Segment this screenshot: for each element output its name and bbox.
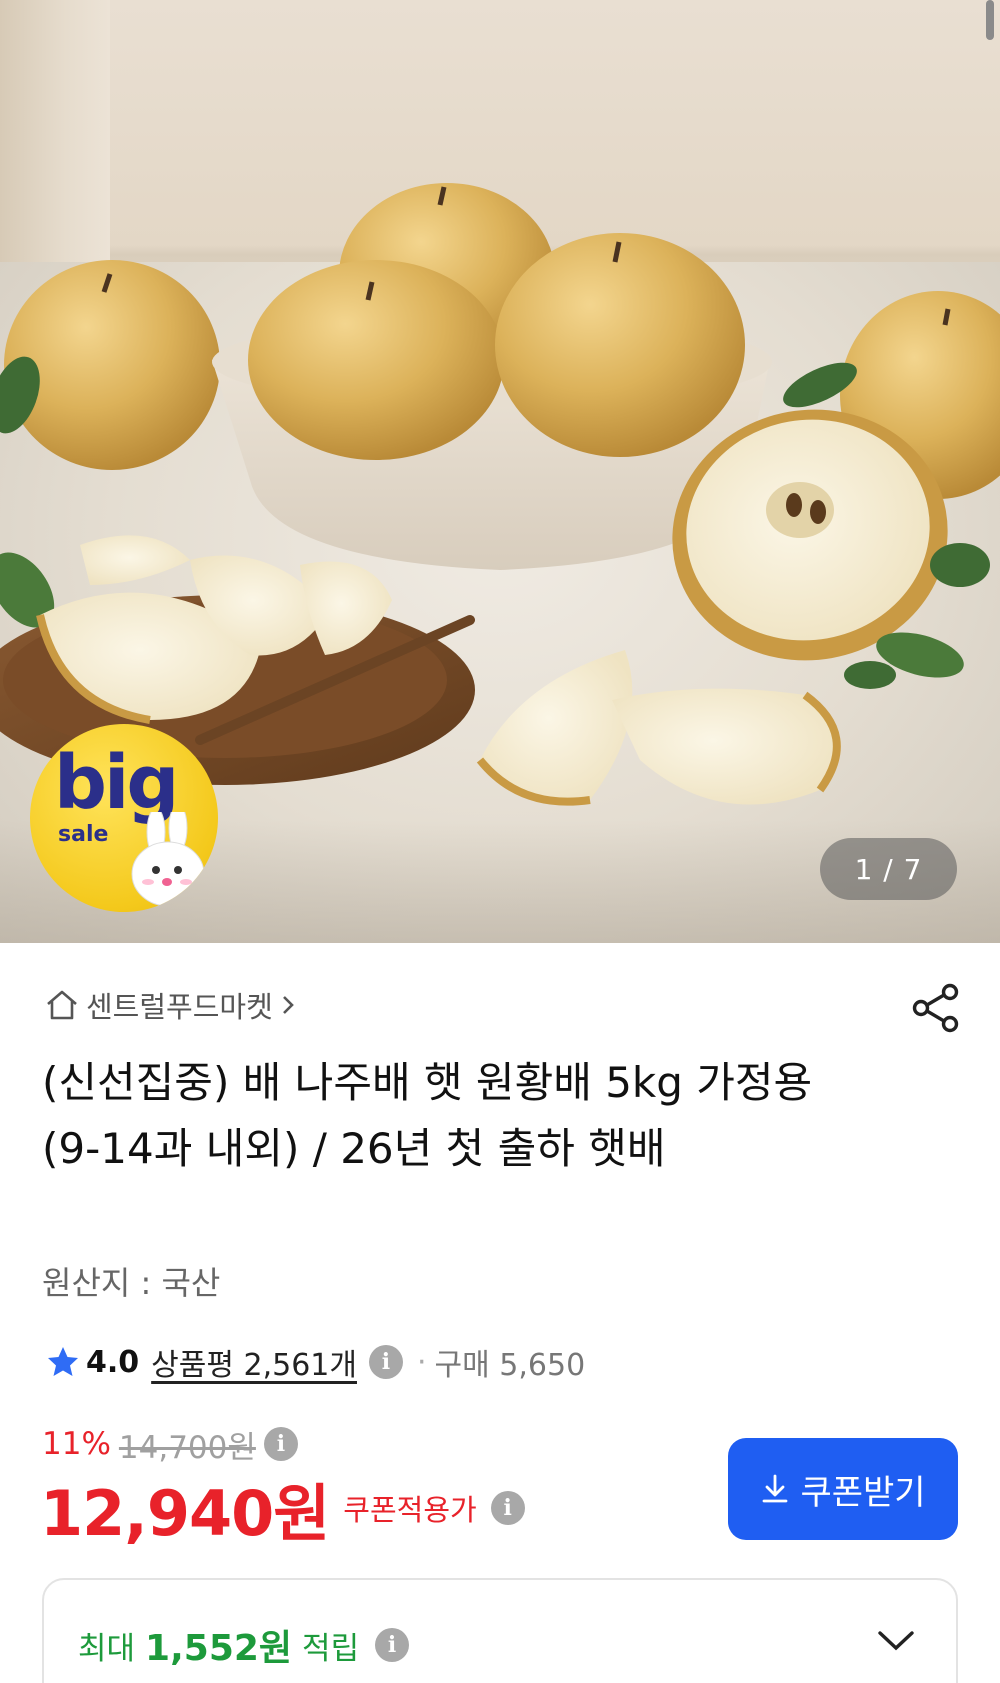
info-icon[interactable]: i [490,1491,525,1525]
scrollbar-thumb[interactable] [986,0,994,40]
info-icon[interactable]: i [368,1345,403,1379]
bunny-icon [131,812,205,907]
store-name: 센트럴푸드마켓 [86,990,273,1024]
badge-sale-text: sale [58,822,109,847]
info-icon[interactable]: i [263,1427,298,1461]
rating-row: 4.0 상품평 2,561개 i · 구매 5,650 [46,1340,585,1384]
download-icon [763,1474,788,1503]
product-origin: 원산지 : 국산 [42,1264,221,1302]
product-title: (신선집중) 배 나주배 햇 원황배 5kg 가정용 (9-14과 내외) / … [42,1058,813,1173]
sale-price: 12,940원 [40,1477,330,1550]
chevron-right-icon [282,996,294,1014]
image-counter: 1 / 7 [820,838,957,900]
points-suffix: 적립 [302,1630,360,1667]
original-price: 14,700원 [118,1429,256,1466]
price-row: 12,940원 쿠폰적용가 i [40,1470,525,1550]
points-card[interactable]: 최대 1,552원 적립 i [42,1578,958,1683]
purchase-count: 구매 5,650 [434,1348,586,1383]
points-amount: 1,552원 [145,1628,293,1669]
home-icon [47,990,77,1020]
discount-rate: 11% [42,1426,111,1462]
star-icon [48,1347,78,1376]
coupon-button-label: 쿠폰받기 [800,1473,926,1512]
rating-score: 4.0 [86,1344,140,1380]
store-link[interactable]: 센트럴푸드마켓 [44,985,297,1025]
chevron-down-icon[interactable] [876,1628,916,1654]
points-row: 최대 1,552원 적립 i [78,1622,410,1669]
info-icon[interactable]: i [375,1628,410,1662]
review-count-link[interactable]: 상품평 2,561개 [151,1340,357,1384]
get-coupon-button[interactable]: 쿠폰받기 [728,1438,958,1540]
points-prefix: 최대 [78,1630,136,1667]
discount-row: 11% 14,700원 i [42,1422,298,1466]
product-image-gallery[interactable]: big sale 1 / 7 [0,0,1000,943]
coupon-price-label: 쿠폰적용가 [343,1493,477,1527]
share-icon [912,983,959,1033]
badge-big-text: big [54,740,179,826]
big-sale-badge: big sale [30,724,218,912]
separator-dot: · [416,1344,427,1380]
share-button[interactable] [910,982,962,1034]
